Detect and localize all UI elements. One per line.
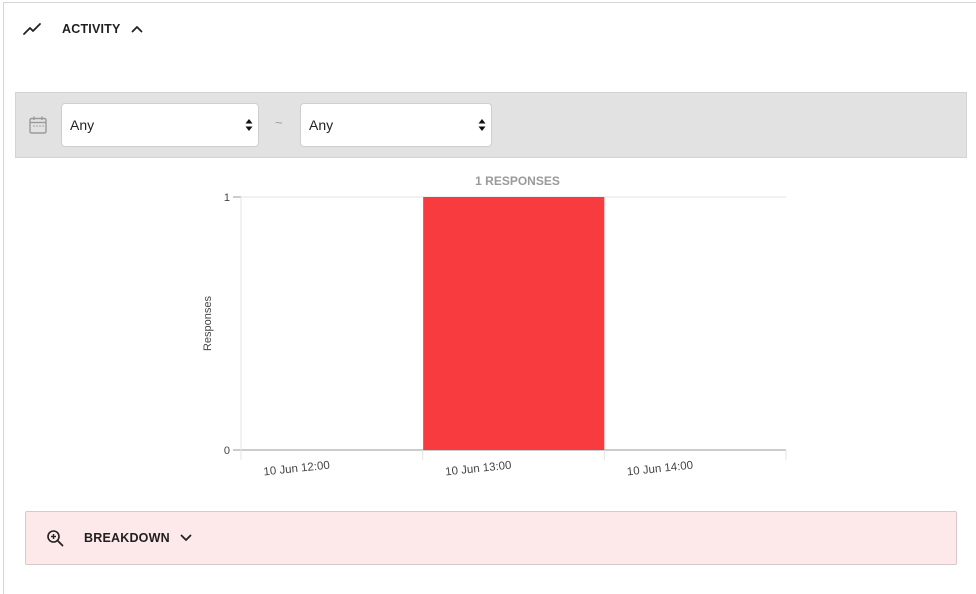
- x-tick-label: 10 Jun 13:00: [445, 460, 512, 479]
- x-tick-label: 10 Jun 12:00: [263, 460, 330, 479]
- date-from-value: Any: [70, 117, 95, 133]
- chevron-down-icon[interactable]: [180, 533, 192, 543]
- date-to-value: Any: [309, 117, 334, 133]
- chevron-up-icon[interactable]: [131, 24, 143, 34]
- date-from-select[interactable]: Any: [61, 103, 259, 147]
- date-filter-bar: Any ~ Any: [15, 92, 967, 158]
- chart-title: 1 RESPONSES: [475, 174, 560, 188]
- date-range-separator: ~: [275, 115, 283, 130]
- select-arrows-icon: [478, 119, 486, 131]
- activity-title: ACTIVITY: [62, 22, 121, 36]
- trending-up-icon: [23, 23, 41, 35]
- activity-chart: 1 RESPONSES 0 1 Responses 10 Jun 12:00 10 Jun…: [0, 165, 976, 485]
- date-to-select[interactable]: Any: [300, 103, 492, 147]
- y-axis-label: Responses: [202, 295, 214, 351]
- activity-header[interactable]: ACTIVITY: [22, 18, 143, 40]
- x-tick-label: 10 Jun 14:00: [626, 460, 693, 479]
- y-tick-label: 0: [224, 445, 230, 457]
- chart-svg: 1 RESPONSES 0 1 Responses 10 Jun 12:00 10 Jun…: [202, 174, 787, 479]
- zoom-in-icon: [47, 530, 64, 547]
- bar: [423, 197, 605, 450]
- breakdown-header[interactable]: BREAKDOWN: [25, 511, 957, 565]
- calendar-icon[interactable]: [28, 115, 48, 135]
- select-arrows-icon: [245, 119, 253, 131]
- y-tick-label: 1: [224, 192, 230, 204]
- breakdown-title: BREAKDOWN: [84, 531, 170, 545]
